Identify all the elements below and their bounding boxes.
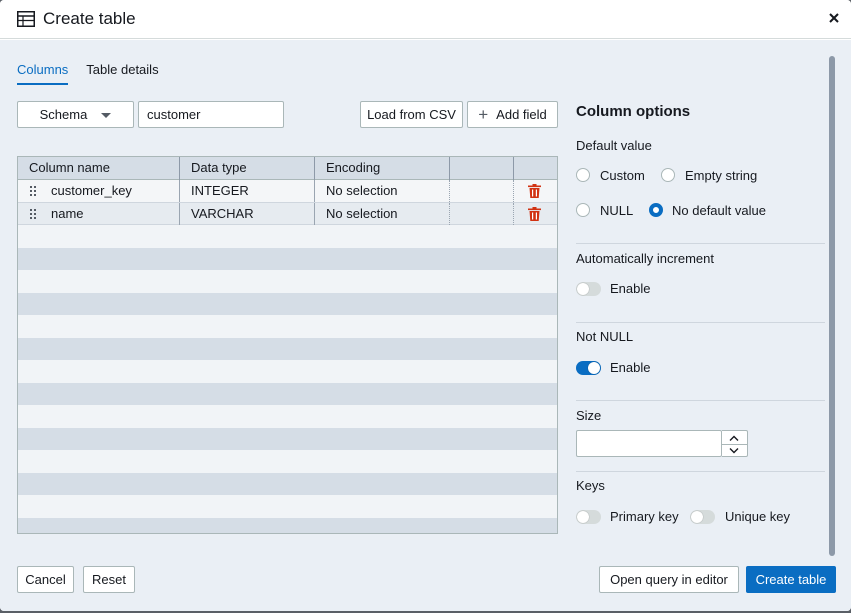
dialog-body: Columns Table details Schema Load from C… (0, 40, 851, 611)
add-field-button[interactable]: + Add field (467, 101, 558, 128)
not-null-label: Not NULL (576, 329, 634, 344)
divider (576, 243, 825, 244)
trash-icon[interactable] (528, 184, 541, 198)
schema-dropdown[interactable]: Schema (17, 101, 134, 128)
empty-row (18, 225, 557, 248)
drag-handle-icon[interactable] (30, 208, 37, 219)
radio-empty-string-label: Empty string (685, 168, 758, 183)
empty-row (18, 495, 557, 518)
cell-encoding[interactable]: No selection (315, 180, 450, 202)
auto-increment-label: Automatically increment (576, 251, 714, 266)
drag-handle-icon[interactable] (30, 186, 37, 196)
cell-empty (450, 202, 514, 225)
header-column-name[interactable]: Column name (18, 157, 180, 180)
auto-increment-toggle[interactable] (576, 282, 601, 296)
dialog-title: Create table (43, 9, 136, 28)
table-name-input[interactable] (138, 101, 284, 128)
open-query-in-editor-button[interactable]: Open query in editor (599, 566, 739, 593)
default-value-label: Default value (576, 138, 652, 153)
radio-custom[interactable] (576, 168, 590, 182)
dialog-header: Create table (0, 0, 851, 39)
cell-empty (450, 180, 514, 202)
cell-column-name[interactable]: name (40, 202, 180, 225)
table-row[interactable]: name VARCHAR No selection (18, 202, 557, 225)
size-stepper[interactable] (722, 430, 748, 457)
cell-data-type[interactable]: VARCHAR (180, 202, 315, 225)
radio-null-label: NULL (600, 203, 634, 218)
radio-null[interactable] (576, 203, 590, 217)
empty-row (18, 517, 557, 533)
size-input[interactable] (576, 430, 722, 457)
cancel-button[interactable]: Cancel (17, 566, 74, 593)
divider (576, 322, 825, 323)
chevron-down-icon[interactable] (729, 448, 739, 454)
empty-row (18, 472, 557, 495)
create-table-dialog: Create table Columns Table details Schem… (0, 0, 851, 611)
primary-key-label: Primary key (610, 509, 679, 524)
cell-encoding[interactable]: No selection (315, 202, 450, 225)
divider (576, 471, 825, 472)
empty-row (18, 247, 557, 270)
cell-column-name[interactable]: customer_key (40, 180, 180, 202)
empty-row (18, 337, 557, 360)
empty-row (18, 292, 557, 315)
columns-grid: Column name Data type Encoding customer_… (17, 156, 558, 534)
grid-body: customer_key INTEGER No selection name V… (18, 180, 557, 533)
reset-button[interactable]: Reset (83, 566, 135, 593)
tab-columns[interactable]: Columns (17, 62, 69, 85)
header-encoding[interactable]: Encoding (315, 157, 450, 180)
create-table-button[interactable]: Create table (746, 566, 836, 593)
radio-no-default-label: No default value (672, 203, 766, 218)
grid-header: Column name Data type Encoding (18, 157, 557, 180)
close-icon[interactable] (827, 11, 841, 25)
header-empty (450, 157, 514, 180)
radio-empty-string[interactable] (661, 168, 675, 182)
keys-label: Keys (576, 478, 605, 493)
cell-data-type[interactable]: INTEGER (180, 180, 315, 202)
unique-key-toggle[interactable] (690, 510, 715, 524)
primary-key-toggle[interactable] (576, 510, 601, 524)
column-options-title: Column options (576, 103, 691, 120)
size-label: Size (576, 408, 602, 423)
not-null-enable-label: Enable (610, 360, 651, 375)
empty-row (18, 382, 557, 405)
table-row[interactable]: customer_key INTEGER No selection (18, 180, 557, 203)
plus-icon: + (478, 105, 489, 124)
not-null-toggle[interactable] (576, 361, 601, 375)
radio-no-default[interactable] (649, 203, 663, 217)
scrollbar[interactable] (829, 56, 835, 556)
chevron-up-icon[interactable] (729, 435, 739, 441)
divider (576, 400, 825, 401)
unique-key-label: Unique key (725, 509, 791, 524)
schema-dropdown-label: Schema (39, 107, 88, 122)
tab-bar: Columns Table details (17, 62, 159, 85)
radio-custom-label: Custom (600, 168, 645, 183)
tab-table-details[interactable]: Table details (86, 62, 158, 85)
header-data-type[interactable]: Data type (180, 157, 315, 180)
table-icon (17, 11, 35, 27)
empty-row (18, 450, 557, 473)
load-from-csv-button[interactable]: Load from CSV (360, 101, 463, 128)
auto-increment-enable-label: Enable (610, 281, 651, 296)
trash-icon[interactable] (528, 206, 541, 221)
empty-row (18, 315, 557, 338)
caret-down-icon (101, 113, 112, 118)
empty-row (18, 427, 557, 450)
add-field-label: Add field (496, 107, 547, 122)
empty-row (18, 360, 557, 383)
empty-row (18, 270, 557, 293)
empty-row (18, 405, 557, 428)
